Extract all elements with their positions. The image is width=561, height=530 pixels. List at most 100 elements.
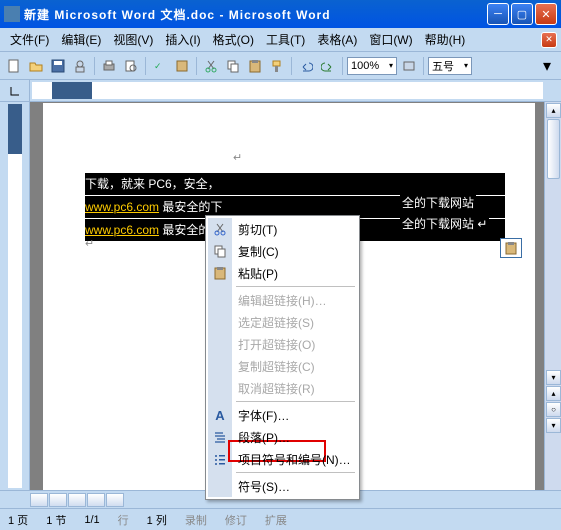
menu-edit[interactable]: 编辑(E)	[55, 29, 107, 50]
menu-format[interactable]: 格式(O)	[207, 29, 260, 50]
print-icon[interactable]	[99, 56, 119, 76]
zoom-combobox[interactable]: 100%▾	[347, 57, 397, 75]
prev-page-button[interactable]: ▴	[546, 386, 561, 401]
next-page-button[interactable]: ▾	[546, 418, 561, 433]
cm-open-hyperlink: 打开超链接(O)	[208, 333, 357, 355]
cm-paragraph[interactable]: 段落(P)…	[208, 426, 357, 448]
ruler-horizontal-area	[0, 80, 561, 102]
menu-file[interactable]: 文件(F)	[4, 29, 55, 50]
cm-paste-label: 粘贴(P)	[232, 265, 278, 282]
read-mode-icon[interactable]	[399, 56, 419, 76]
fontsize-value: 五号	[432, 58, 454, 74]
status-ext: 扩展	[265, 512, 287, 528]
status-line: 行	[118, 512, 129, 528]
preview-icon[interactable]	[121, 56, 141, 76]
cm-paragraph-label: 段落(P)…	[232, 429, 290, 446]
selected-text-line1[interactable]: 下载，就来 PC6，安全，	[85, 173, 505, 195]
normal-view-button[interactable]	[30, 493, 48, 507]
selected-text-right1[interactable]: 全的下载网站	[400, 193, 476, 212]
new-icon[interactable]	[4, 56, 24, 76]
word-app-icon	[4, 6, 20, 22]
toolbar: ✓ 100%▾ 五号▾ ▾	[0, 52, 561, 80]
research-icon[interactable]	[172, 56, 192, 76]
svg-text:✓: ✓	[154, 61, 162, 71]
cm-remove-hyperlink-label: 取消超链接(R)	[232, 380, 315, 397]
menu-insert[interactable]: 插入(I)	[159, 29, 206, 50]
paragraph-mark: ↵	[233, 151, 242, 164]
web-view-button[interactable]	[49, 493, 67, 507]
hyperlink: www.pc6.com	[85, 200, 159, 214]
fontsize-combobox[interactable]: 五号▾	[428, 57, 472, 75]
status-rev: 修订	[225, 512, 247, 528]
tab-selector[interactable]	[0, 80, 30, 102]
menu-help[interactable]: 帮助(H)	[419, 29, 472, 50]
cut-icon	[208, 222, 232, 236]
cm-edit-hyperlink-label: 编辑超链接(H)…	[232, 292, 327, 309]
format-painter-icon[interactable]	[267, 56, 287, 76]
status-pages: 1/1	[84, 514, 99, 526]
doc-close-button[interactable]: ✕	[541, 32, 557, 48]
ruler-vertical[interactable]	[0, 102, 30, 490]
copy-icon[interactable]	[223, 56, 243, 76]
selected-text-right2[interactable]: 全的下载网站 ↵	[400, 214, 489, 233]
scroll-down-button[interactable]: ▾	[546, 370, 561, 385]
titlebar: 新建 Microsoft Word 文档.doc - Microsoft Wor…	[0, 0, 561, 28]
ruler-horizontal[interactable]	[32, 82, 543, 99]
statusbar: 1 页 1 节 1/1 行 1 列 录制 修订 扩展	[0, 508, 561, 530]
undo-icon[interactable]	[296, 56, 316, 76]
paragraph-icon	[208, 430, 232, 444]
paste-options-button[interactable]	[500, 238, 522, 258]
cm-select-hyperlink: 选定超链接(S)	[208, 311, 357, 333]
redo-icon[interactable]	[318, 56, 338, 76]
paste-icon[interactable]	[245, 56, 265, 76]
cm-font-label: 字体(F)…	[232, 407, 289, 424]
menu-tools[interactable]: 工具(T)	[260, 29, 311, 50]
cm-copy-hyperlink-label: 复制超链接(C)	[232, 358, 315, 375]
context-menu: 剪切(T) 复制(C) 粘贴(P) 编辑超链接(H)… 选定超链接(S) 打开超…	[205, 215, 360, 500]
open-icon[interactable]	[26, 56, 46, 76]
cm-font[interactable]: A 字体(F)…	[208, 404, 357, 426]
reading-view-button[interactable]	[106, 493, 124, 507]
permission-icon[interactable]	[70, 56, 90, 76]
status-col: 1 列	[147, 512, 167, 528]
maximize-button[interactable]: ▢	[511, 3, 533, 25]
copy-icon	[208, 244, 232, 258]
print-view-button[interactable]	[68, 493, 86, 507]
menu-view[interactable]: 视图(V)	[107, 29, 159, 50]
bullets-icon	[208, 452, 232, 466]
scroll-thumb[interactable]	[547, 119, 560, 179]
menu-table[interactable]: 表格(A)	[311, 29, 363, 50]
cm-copy-label: 复制(C)	[232, 243, 279, 260]
window-title: 新建 Microsoft Word 文档.doc - Microsoft Wor…	[24, 6, 487, 23]
cm-copy-hyperlink: 复制超链接(C)	[208, 355, 357, 377]
paste-icon	[208, 266, 232, 280]
hyperlink: www.pc6.com	[85, 223, 159, 237]
status-section: 1 节	[46, 512, 66, 528]
cm-copy[interactable]: 复制(C)	[208, 240, 357, 262]
cm-select-hyperlink-label: 选定超链接(S)	[232, 314, 314, 331]
cm-remove-hyperlink: 取消超链接(R)	[208, 377, 357, 399]
cm-cut[interactable]: 剪切(T)	[208, 218, 357, 240]
cm-bullets-label: 项目符号和编号(N)…	[232, 451, 351, 468]
outline-view-button[interactable]	[87, 493, 105, 507]
cm-open-hyperlink-label: 打开超链接(O)	[232, 336, 315, 353]
browse-object-button[interactable]: ○	[546, 402, 561, 417]
save-icon[interactable]	[48, 56, 68, 76]
status-rec: 录制	[185, 512, 207, 528]
cm-symbol[interactable]: 符号(S)…	[208, 475, 357, 497]
cm-paste[interactable]: 粘贴(P)	[208, 262, 357, 284]
minimize-button[interactable]: ─	[487, 3, 509, 25]
font-icon: A	[208, 408, 232, 423]
cm-bullets[interactable]: 项目符号和编号(N)…	[208, 448, 357, 470]
spell-icon[interactable]: ✓	[150, 56, 170, 76]
cm-edit-hyperlink: 编辑超链接(H)…	[208, 289, 357, 311]
menu-window[interactable]: 窗口(W)	[363, 29, 418, 50]
scroll-up-button[interactable]: ▴	[546, 103, 561, 118]
toolbar-options-icon[interactable]: ▾	[537, 56, 557, 76]
cm-cut-label: 剪切(T)	[232, 221, 277, 238]
close-button[interactable]: ✕	[535, 3, 557, 25]
cm-symbol-label: 符号(S)…	[232, 478, 290, 495]
cut-icon[interactable]	[201, 56, 221, 76]
scrollbar-vertical[interactable]: ▴ ▾ ▴ ○ ▾	[544, 102, 561, 490]
status-page: 1 页	[8, 512, 28, 528]
